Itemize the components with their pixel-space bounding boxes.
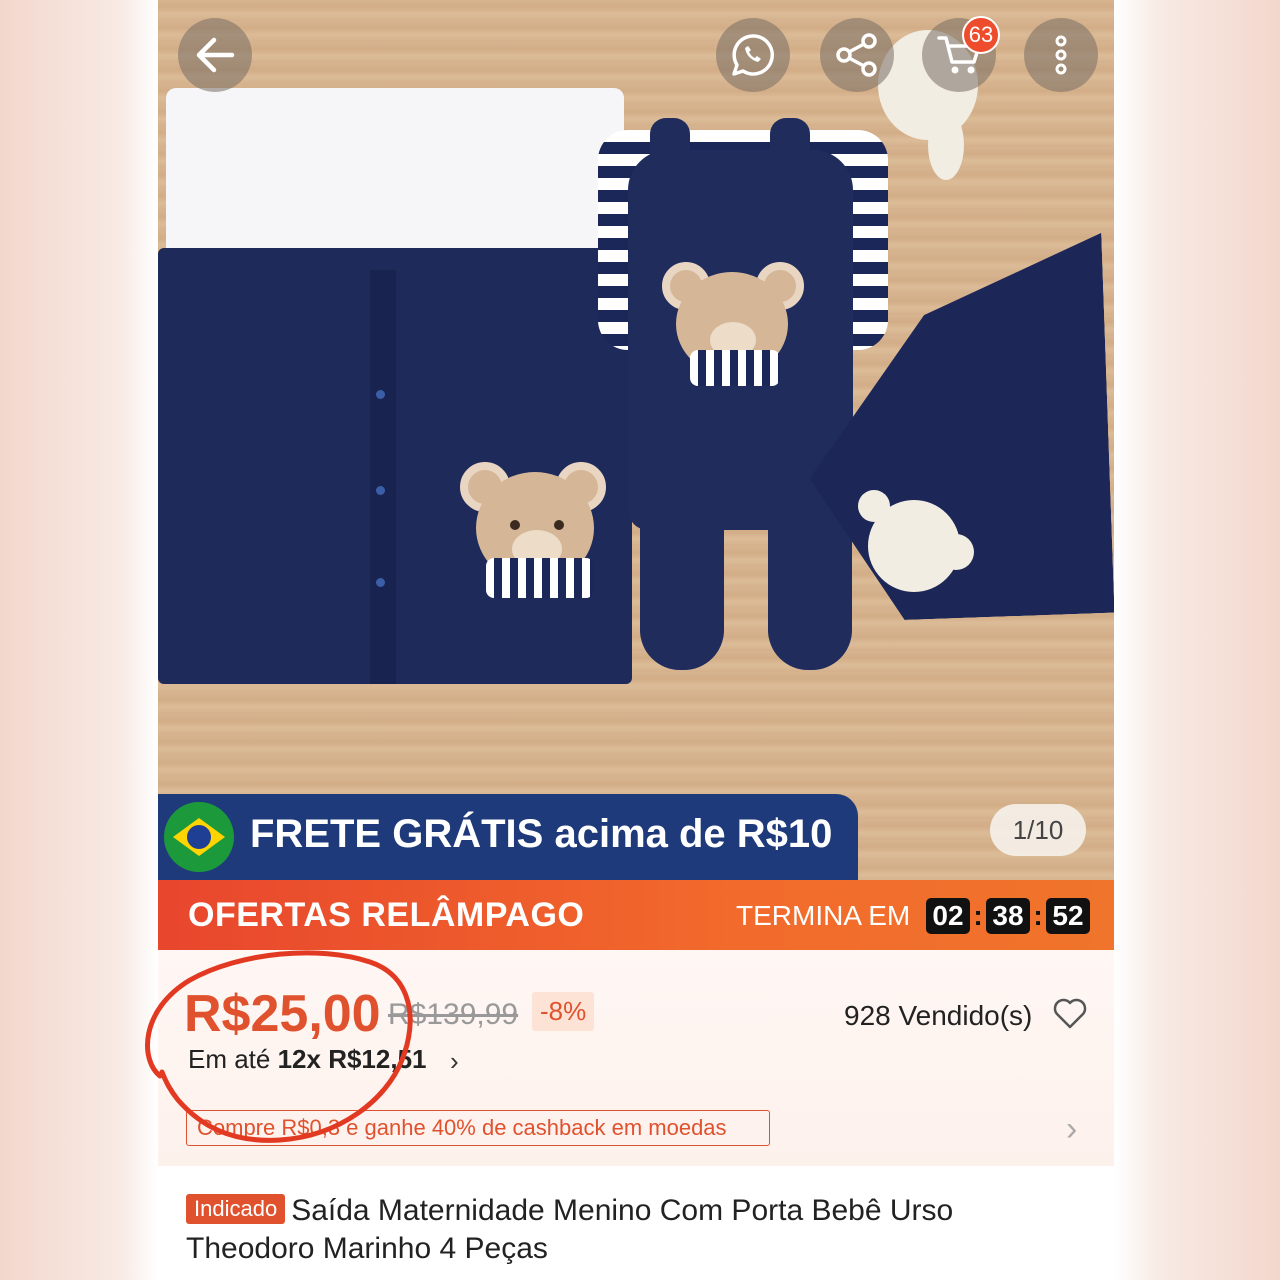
brazil-flag-icon — [164, 802, 234, 872]
bear-bow — [486, 558, 594, 598]
share-button[interactable] — [820, 18, 894, 92]
free-shipping-bold: FRETE GRÁTIS — [250, 812, 544, 856]
bear-bow — [690, 350, 780, 386]
discount-badge: -8% — [532, 992, 595, 1031]
chevron-right-icon[interactable]: › — [450, 1046, 459, 1077]
plush-bear-ear — [858, 490, 890, 522]
timer-separator: : — [1033, 900, 1043, 931]
bear-eye — [554, 520, 564, 530]
back-button[interactable] — [178, 18, 252, 92]
cart-badge: 63 — [962, 16, 1000, 54]
heart-icon — [1053, 998, 1087, 1029]
onesie-strap — [650, 118, 690, 218]
snap-button — [376, 578, 385, 587]
product-title: Saída Maternidade Menino Com Porta Bebê … — [186, 1194, 954, 1265]
more-button[interactable] — [1024, 18, 1098, 92]
flash-ends-label: TERMINA EM — [736, 900, 911, 931]
favorite-button[interactable] — [1052, 998, 1088, 1035]
whatsapp-icon — [732, 34, 774, 76]
timer-minutes: 38 — [986, 898, 1030, 934]
bear-eye — [510, 520, 520, 530]
teddy-bear-leg — [928, 110, 964, 180]
free-shipping-text: FRETE GRÁTIS acima de R$10 — [250, 812, 832, 857]
onesie-leg — [640, 480, 724, 670]
product-title-block: Indicado Saída Maternidade Menino Com Por… — [186, 1192, 1066, 1268]
flash-offers-title: OFERTAS RELÂMPAGO — [188, 896, 585, 934]
countdown-timer: 02 : 38 : 52 — [926, 898, 1090, 934]
image-counter: 1/10 — [990, 804, 1086, 856]
recommended-tag: Indicado — [186, 1194, 286, 1224]
whatsapp-button[interactable] — [716, 18, 790, 92]
snap-button — [376, 390, 385, 399]
product-image[interactable]: 63 FRETE GRÁTIS acima de R$10 1/10 — [158, 0, 1114, 880]
timer-seconds: 52 — [1046, 898, 1090, 934]
sold-count: 928 Vendido(s) — [844, 1000, 1033, 1031]
more-vertical-icon — [1055, 35, 1067, 75]
sleeping-bag-seam — [370, 270, 396, 684]
onesie-strap — [770, 118, 810, 218]
free-shipping-condition: acima de R$10 — [543, 812, 833, 856]
back-arrow-icon — [196, 37, 235, 73]
timer-hours: 02 — [926, 898, 970, 934]
plush-bear-ear — [938, 534, 974, 570]
annotation-circle — [145, 950, 413, 1143]
snap-button — [376, 486, 385, 495]
timer-separator: : — [973, 900, 983, 931]
chevron-right-icon[interactable]: › — [1066, 1110, 1077, 1149]
share-icon — [836, 33, 877, 77]
free-shipping-banner: FRETE GRÁTIS acima de R$10 — [158, 794, 858, 880]
